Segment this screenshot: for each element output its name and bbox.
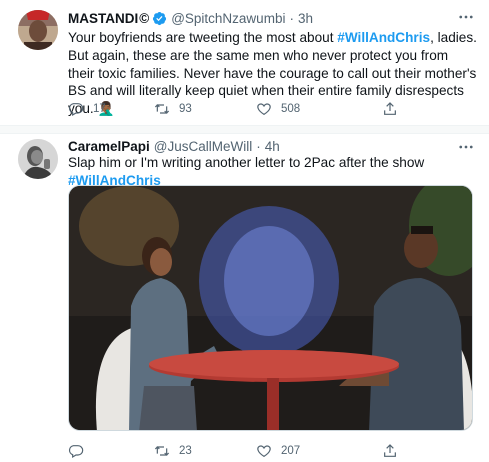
display-name[interactable]: MASTANDI	[68, 11, 138, 26]
avatar-mastandi[interactable]	[18, 10, 58, 50]
tweet-media-image[interactable]	[68, 185, 473, 431]
retweet-button[interactable]: 93	[154, 101, 192, 117]
tweet-quoted[interactable]: MASTANDI © @SpitchNzawumbi · 3h Your boy…	[0, 0, 489, 125]
user-handle[interactable]: @JusCallMeWill	[154, 139, 252, 154]
reply-button[interactable]: 17	[68, 101, 106, 117]
retweet-count: 93	[179, 103, 192, 115]
tweet-text-part1: Slap him or I'm writing another letter t…	[68, 155, 425, 170]
tweet-actions: 23 207	[68, 443, 488, 461]
more-options-icon[interactable]	[457, 8, 475, 26]
like-button[interactable]: 207	[256, 443, 300, 459]
share-button[interactable]	[382, 101, 407, 117]
share-icon	[384, 444, 396, 457]
tweet-header: CaramelPapi @JusCallMeWill · 4h	[68, 137, 280, 155]
share-button[interactable]	[382, 443, 407, 459]
like-count: 508	[281, 103, 301, 115]
like-icon	[257, 445, 271, 458]
reply-icon	[68, 445, 84, 459]
avatar-caramelpapi[interactable]	[18, 139, 58, 179]
hashtag-link[interactable]: #WillAndChris	[337, 30, 430, 45]
tweet-actions: 17 93 508	[68, 101, 488, 119]
display-name[interactable]: CaramelPapi	[68, 139, 150, 154]
tweet-main[interactable]: CaramelPapi @JusCallMeWill · 4h Slap him…	[0, 125, 489, 462]
like-count: 207	[281, 445, 301, 457]
tweet-header: MASTANDI © @SpitchNzawumbi · 3h	[68, 9, 313, 27]
timestamp[interactable]: 3h	[298, 11, 313, 26]
retweet-button[interactable]: 23	[154, 443, 192, 459]
reply-button[interactable]	[68, 443, 93, 459]
reply-count: 17	[93, 103, 106, 115]
like-button[interactable]: 508	[256, 101, 300, 117]
user-handle[interactable]: @SpitchNzawumbi	[171, 11, 285, 26]
timestamp[interactable]: 4h	[265, 139, 280, 154]
like-icon	[257, 103, 271, 116]
separator-dot: ·	[256, 138, 261, 154]
verified-badge-icon	[152, 11, 167, 26]
separator-dot: ·	[289, 10, 294, 26]
retweet-icon	[154, 104, 170, 114]
share-icon	[384, 102, 396, 115]
media-scene	[69, 186, 472, 430]
display-name-emblem: ©	[139, 10, 150, 26]
retweet-icon	[154, 446, 170, 456]
tweet-text-part1: Your boyfriends are tweeting the most ab…	[68, 30, 338, 45]
reply-icon	[68, 103, 84, 117]
retweet-count: 23	[179, 445, 192, 457]
